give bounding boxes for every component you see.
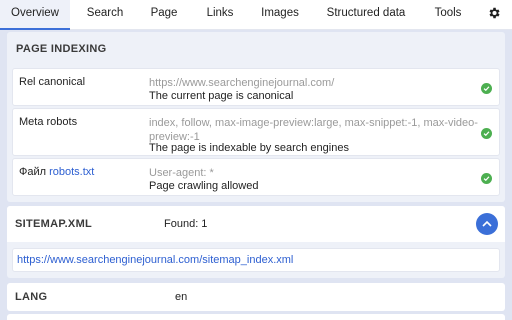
lang-section: LANG en [7, 283, 505, 311]
tab-structured-data[interactable]: Structured data [320, 0, 412, 30]
tab-bar: Overview Search Page Links Images Struct… [0, 0, 512, 30]
row-rel-canonical: Rel canonical https://www.searchenginejo… [12, 68, 500, 106]
row-label: Файл robots.txt [19, 166, 94, 178]
tab-search[interactable]: Search [78, 0, 132, 30]
row-label-prefix: Файл [19, 166, 47, 178]
meta-robots-value: index, follow, max-image-preview:large, … [149, 117, 478, 143]
tab-links[interactable]: Links [198, 0, 242, 30]
section-title-lang: LANG [15, 291, 48, 303]
check-circle-icon [481, 173, 492, 184]
chevron-up-icon [482, 220, 492, 227]
row-status: Page crawling allowed [149, 180, 259, 192]
section-title-page-indexing: PAGE INDEXING [16, 43, 107, 55]
sitemap-section: SITEMAP.XML Found: 1 https://www.searche… [7, 206, 505, 278]
check-circle-icon [481, 83, 492, 94]
row-label: Meta robots [19, 116, 78, 128]
section-title-sitemap: SITEMAP.XML [15, 218, 93, 230]
canonical-url: https://www.searchenginejournal.com/ [149, 77, 335, 89]
tab-images[interactable]: Images [256, 0, 304, 30]
row-status: The page is indexable by search engines [149, 142, 349, 154]
robots-txt-value: User-agent: * [149, 167, 214, 179]
row-robots-txt: Файл robots.txt User-agent: * Page crawl… [12, 158, 500, 196]
page-indexing-section: PAGE INDEXING Rel canonical https://www.… [7, 32, 505, 202]
next-section-edge [7, 314, 505, 320]
robots-txt-link[interactable]: robots.txt [49, 166, 94, 178]
gear-icon[interactable] [487, 6, 501, 20]
sitemap-header: SITEMAP.XML Found: 1 [7, 206, 505, 242]
tab-tools[interactable]: Tools [427, 0, 469, 30]
sitemap-found-count: Found: 1 [164, 218, 208, 230]
row-status: The current page is canonical [149, 90, 294, 102]
row-label: Rel canonical [19, 76, 86, 88]
row-meta-robots: Meta robots index, follow, max-image-pre… [12, 108, 500, 156]
tab-page[interactable]: Page [142, 0, 186, 30]
sitemap-url-link[interactable]: https://www.searchenginejournal.com/site… [17, 254, 293, 266]
lang-value: en [175, 291, 188, 303]
check-circle-icon [481, 128, 492, 139]
tab-overview[interactable]: Overview [0, 0, 70, 30]
collapse-button[interactable] [476, 213, 498, 235]
sitemap-url-row: https://www.searchenginejournal.com/site… [12, 248, 500, 272]
